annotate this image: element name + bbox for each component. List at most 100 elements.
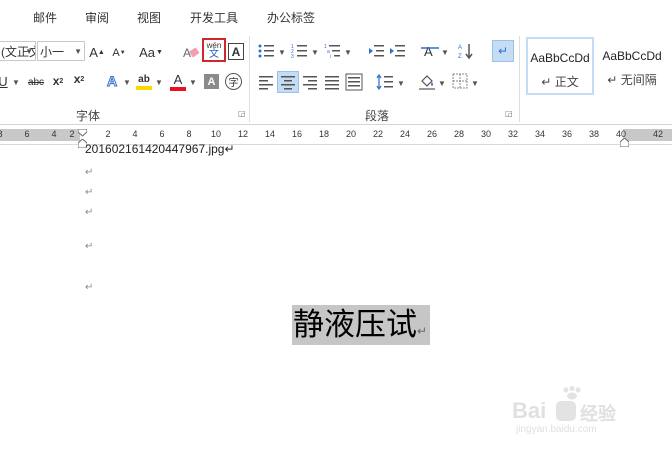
ruler-tick-label: 6 [159, 129, 165, 139]
chevron-down-icon: ▼ [74, 47, 82, 56]
first-line-indent-marker-icon[interactable] [77, 127, 88, 137]
bullets-icon[interactable] [258, 43, 274, 59]
right-indent-marker-icon[interactable] [619, 136, 630, 148]
subscript-icon[interactable]: x2 [50, 73, 66, 89]
ruler-tick-label: 32 [507, 129, 518, 139]
paragraph-mark: ↵ [85, 187, 94, 198]
paragraph-mark: ↵ [85, 241, 94, 252]
style-name-text: 无间隔 [620, 73, 657, 87]
svg-text:A: A [424, 44, 433, 59]
superscript-icon[interactable]: x2 [71, 71, 87, 87]
font-size-combo[interactable]: 小一 ▼ [37, 41, 85, 61]
ruler-tick-label: 42 [652, 129, 663, 139]
sort-icon[interactable]: AZ [458, 42, 474, 60]
highlight-icon[interactable]: ab [135, 72, 153, 92]
enclose-characters-icon[interactable]: 字 [225, 73, 242, 90]
paragraph-mark: ↵ [85, 167, 94, 178]
chevron-down-icon: ▼ [123, 78, 131, 87]
chevron-down-icon: ▼ [471, 79, 479, 88]
align-left-icon[interactable] [258, 74, 274, 90]
watermark-url: jingyan.baidu.com [516, 424, 597, 435]
ruler-tick-label: 18 [318, 129, 329, 139]
ruler-tick-label: 20 [345, 129, 356, 139]
tab-developer[interactable]: 开发工具 [190, 9, 238, 26]
ruler-tick-label: 28 [453, 129, 464, 139]
font-dialog-launcher-icon[interactable]: ◲ [238, 109, 247, 118]
ruler-tick-label: 26 [426, 129, 437, 139]
change-case-icon[interactable]: Aa ▼ [139, 43, 163, 61]
font-name-combo[interactable]: (文正文 ▼ [0, 41, 36, 61]
ruler-tick-label: 2 [105, 129, 111, 139]
style-name: ↵ 无间隔 [607, 73, 657, 87]
svg-text:Z: Z [458, 54, 462, 60]
tab-review[interactable]: 审阅 [85, 9, 109, 26]
borders-icon[interactable] [452, 73, 468, 89]
ruler-tick-label: 6 [24, 129, 30, 139]
chevron-down-icon: ▼ [155, 78, 163, 87]
chevron-down-icon: ▼ [189, 78, 197, 87]
align-right-icon[interactable] [302, 74, 318, 90]
strikethrough-icon[interactable]: abc [26, 74, 46, 90]
group-divider [519, 36, 520, 122]
svg-text:A: A [183, 46, 191, 60]
tab-office-tab[interactable]: 办公标签 [267, 9, 315, 26]
character-shading-icon[interactable]: A [204, 74, 219, 89]
grow-font-icon[interactable]: A ▲ [88, 43, 106, 61]
chevron-down-icon: ▼ [438, 79, 446, 88]
baidu-watermark: Bai 经验 jingyan.baidu.com [512, 386, 632, 436]
underline-icon[interactable]: U [0, 72, 9, 90]
filename-text[interactable]: 201602161420447967.jpg↵ [85, 142, 235, 156]
ruler-tick-label: 4 [51, 129, 57, 139]
ruler-tick-label: 34 [534, 129, 545, 139]
ruler-tick-label: 16 [291, 129, 302, 139]
paw-icon [556, 401, 576, 421]
chevron-down-icon: ▼ [311, 48, 319, 57]
clear-format-icon[interactable]: A [182, 42, 200, 62]
ruler-tick-label: 22 [372, 129, 383, 139]
ruler-tick-label: 8 [0, 129, 10, 139]
style-no-spacing[interactable]: AaBbCcDd ↵ 无间隔 [598, 37, 666, 95]
svg-text:A: A [458, 45, 462, 51]
style-sample: AaBbCcDd [602, 49, 662, 63]
phonetic-bottom-text: 文 [209, 48, 219, 60]
increase-indent-icon[interactable] [389, 43, 405, 59]
character-border-icon[interactable]: A [228, 43, 244, 60]
show-marks-icon[interactable]: ↵ [492, 40, 514, 62]
paragraph-mark: ↵ [417, 324, 428, 338]
paragraph-mark: ↵ [85, 207, 94, 218]
paragraph-dialog-launcher-icon[interactable]: ◲ [505, 109, 514, 118]
multilevel-list-icon[interactable]: 1ai [324, 43, 340, 59]
center-align-icon[interactable] [277, 71, 299, 93]
tab-left-partial[interactable] [0, 9, 4, 23]
ruler-tick-label: 12 [237, 129, 248, 139]
selected-heading-text[interactable]: 静液压试↵ [293, 305, 427, 351]
watermark-logo-cn: 经验 [580, 404, 616, 424]
tab-mail[interactable]: 邮件 [33, 9, 57, 26]
numbering-icon[interactable]: 123 [291, 43, 307, 59]
chevron-down-icon: ▼ [25, 47, 33, 56]
ruler-tick-label: 14 [264, 129, 275, 139]
distributed-icon[interactable] [345, 73, 363, 91]
chevron-down-icon: ▼ [12, 78, 20, 87]
ribbon-tab-bar: 邮件 审阅 视图 开发工具 办公标签 [0, 0, 672, 32]
asian-layout-icon[interactable]: A [420, 42, 440, 60]
font-color-icon[interactable]: A [169, 72, 187, 92]
justify-icon[interactable] [324, 74, 340, 90]
svg-text:3: 3 [291, 54, 294, 59]
font-size-value: 小一 [40, 45, 65, 59]
group-divider [249, 36, 250, 122]
paragraph-group-label: 段落 [365, 109, 390, 123]
shrink-font-icon[interactable]: A ▼ [110, 45, 128, 61]
chevron-down-icon: ▼ [344, 48, 352, 57]
decrease-indent-icon[interactable] [368, 43, 384, 59]
ruler-tick-label: 4 [132, 129, 138, 139]
style-normal[interactable]: AaBbCcDd ↵ 正文 [526, 37, 594, 95]
line-spacing-icon[interactable] [376, 73, 394, 91]
phonetic-guide-icon[interactable]: wén 文 [202, 38, 226, 62]
chevron-down-icon: ▼ [441, 48, 449, 57]
chevron-down-icon: ▼ [278, 48, 286, 57]
text-effects-icon[interactable]: A [104, 72, 122, 90]
paragraph-mark: ↵ [85, 282, 94, 293]
tab-view[interactable]: 视图 [137, 9, 161, 26]
shading-icon[interactable] [418, 72, 436, 90]
